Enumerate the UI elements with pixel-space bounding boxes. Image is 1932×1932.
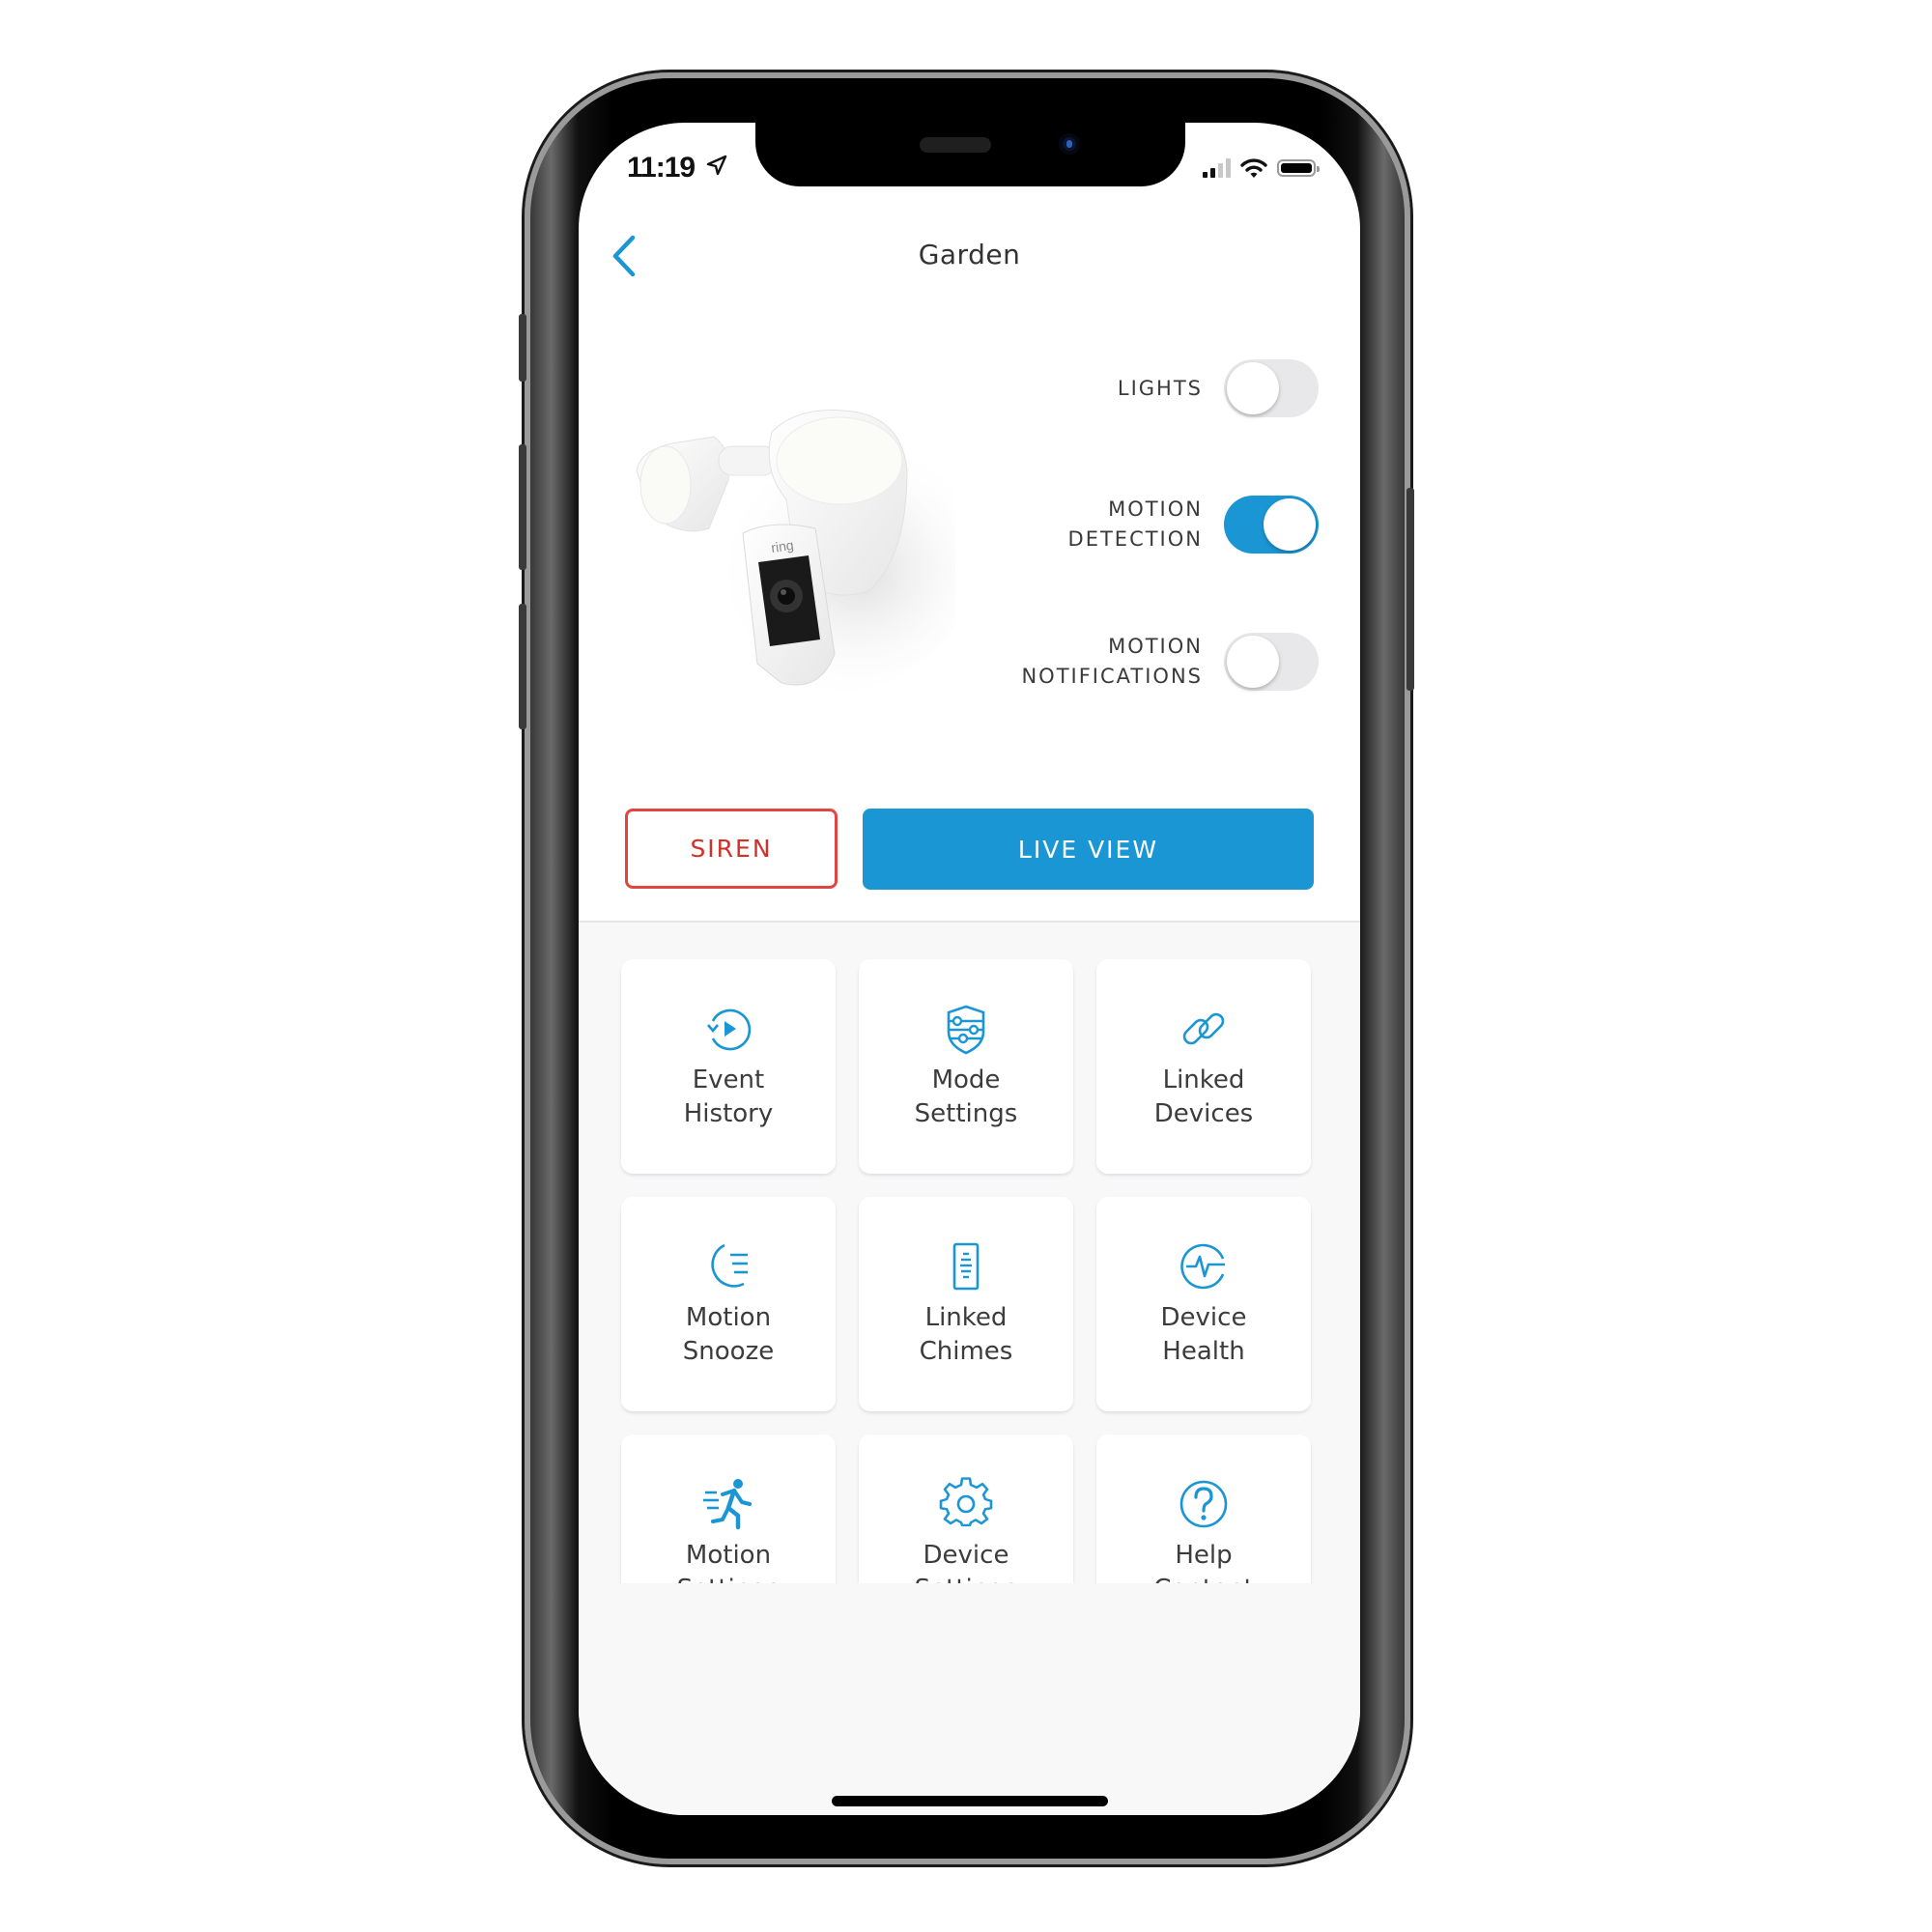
svg-text:ring: ring xyxy=(770,537,794,555)
tile-motion-settings[interactable]: Motion Settings xyxy=(621,1435,836,1583)
toggle-row-motion-detection: MOTION DETECTION xyxy=(1068,495,1319,554)
help-question-icon xyxy=(1179,1480,1228,1528)
motion-detection-label: MOTION DETECTION xyxy=(1067,497,1203,551)
chime-icon xyxy=(952,1242,980,1291)
moon-snooze-icon xyxy=(711,1243,748,1288)
power-button xyxy=(1406,488,1414,691)
location-arrow-icon xyxy=(706,155,727,176)
gear-icon xyxy=(939,1477,993,1527)
page-title: Garden xyxy=(918,239,1021,270)
tile-label: Event History xyxy=(683,1065,774,1128)
toggle-row-motion-notifications: MOTION NOTIFICATIONS xyxy=(1021,632,1319,692)
tiles-grid: Event History Mode Settings Linked Devic… xyxy=(579,923,1360,1583)
tile-linked-devices[interactable]: Linked Devices xyxy=(1096,959,1311,1174)
lights-toggle[interactable] xyxy=(1224,359,1319,417)
tile-help-content[interactable]: Help Content xyxy=(1096,1435,1311,1583)
tile-label: Mode Settings xyxy=(914,1065,1018,1128)
tile-label: Motion Snooze xyxy=(682,1303,775,1366)
status-indicators xyxy=(1203,157,1320,179)
status-time: 11:19 xyxy=(627,152,696,184)
tile-label: Device Settings xyxy=(915,1541,1018,1583)
volume-down-button xyxy=(519,604,526,729)
tile-label: Motion Settings xyxy=(677,1541,781,1583)
volume-up-button xyxy=(519,444,526,570)
speaker-grille xyxy=(920,137,991,153)
tile-linked-chimes[interactable]: Linked Chimes xyxy=(859,1197,1073,1411)
tile-event-history[interactable]: Event History xyxy=(621,959,836,1174)
event-history-icon xyxy=(707,1009,752,1051)
wifi-icon xyxy=(1240,158,1267,178)
siren-button[interactable]: SIREN xyxy=(625,809,838,889)
motion-notifications-label: MOTION NOTIFICATIONS xyxy=(1021,635,1203,688)
notch xyxy=(755,123,1185,186)
battery-full-icon xyxy=(1277,159,1320,177)
pulse-health-icon xyxy=(1180,1243,1225,1290)
floodlight-camera-image: ring xyxy=(636,410,955,693)
signal-icon xyxy=(1203,158,1231,178)
link-icon xyxy=(1182,1012,1225,1045)
live-view-button[interactable]: LIVE VIEW xyxy=(863,809,1314,890)
mute-switch xyxy=(519,314,526,382)
toggle-row-lights: LIGHTS xyxy=(1118,359,1319,417)
home-indicator[interactable] xyxy=(832,1796,1108,1806)
tile-label: Linked Chimes xyxy=(919,1303,1013,1366)
tile-device-settings[interactable]: Device Settings xyxy=(859,1435,1073,1583)
tile-label: Linked Devices xyxy=(1153,1065,1254,1128)
running-person-icon xyxy=(703,1479,752,1530)
mode-settings-shield-icon xyxy=(947,1005,985,1055)
front-camera xyxy=(1059,133,1080,155)
lights-label: LIGHTS xyxy=(1117,376,1203,400)
tile-device-health[interactable]: Device Health xyxy=(1096,1197,1311,1411)
tile-label: Help Content xyxy=(1153,1541,1253,1583)
tile-label: Device Health xyxy=(1160,1303,1247,1366)
motion-notifications-toggle[interactable] xyxy=(1224,633,1319,691)
motion-detection-toggle[interactable] xyxy=(1224,496,1319,554)
phone-screen: 11:19 Garden ring LIGHTS MOTION DETECTIO… xyxy=(579,123,1360,1815)
tile-mode-settings[interactable]: Mode Settings xyxy=(859,959,1073,1174)
tile-motion-snooze[interactable]: Motion Snooze xyxy=(621,1197,836,1411)
